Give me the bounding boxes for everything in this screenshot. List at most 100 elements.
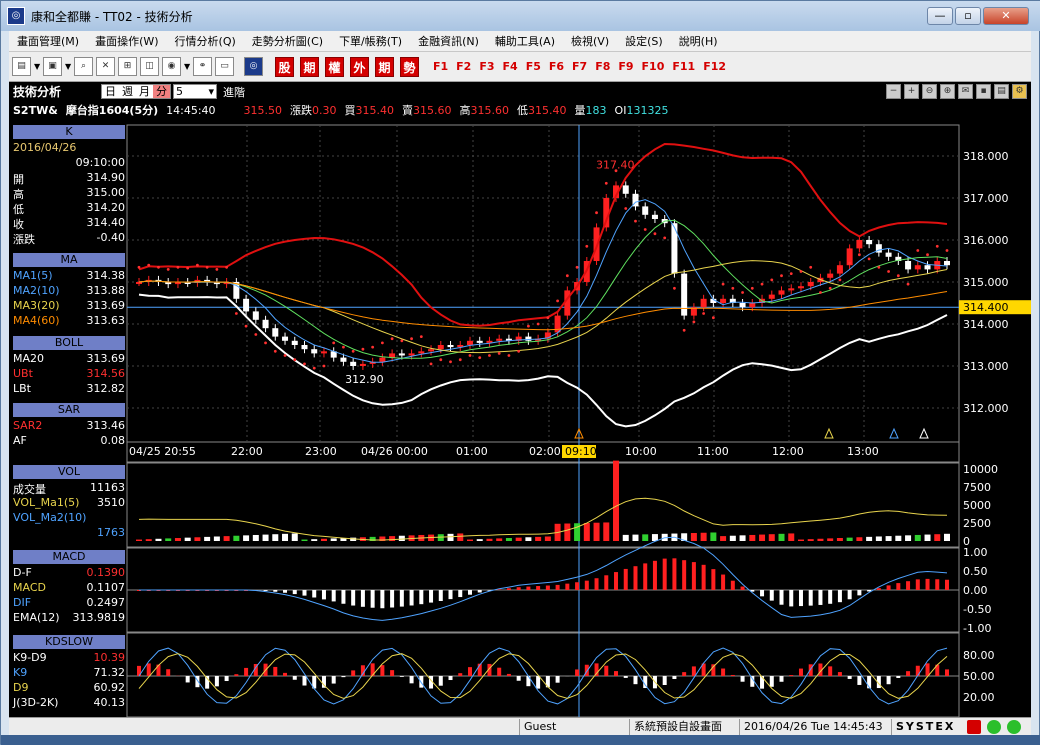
- fkey-button[interactable]: F3: [479, 60, 494, 73]
- menu-item[interactable]: 畫面操作(W): [87, 33, 166, 49]
- fkey-button[interactable]: F4: [503, 60, 518, 73]
- quick-button[interactable]: 股: [275, 57, 294, 77]
- kd-bar: [721, 669, 725, 676]
- dropdown-arrow-icon[interactable]: ▼: [184, 62, 190, 71]
- menu-item[interactable]: 輔助工具(A): [487, 33, 563, 49]
- menu-item[interactable]: 說明(H): [671, 33, 726, 49]
- vol-bar: [613, 461, 619, 541]
- menu-item[interactable]: 檢視(V): [563, 33, 617, 49]
- vol-bar: [779, 534, 785, 541]
- macd-bar: [390, 590, 394, 608]
- quick-button[interactable]: 外: [350, 57, 369, 77]
- menu-item[interactable]: 行情分析(Q): [167, 33, 244, 49]
- sar-dot: [887, 270, 890, 273]
- kd-bar: [293, 676, 297, 680]
- fkey-button[interactable]: F7: [572, 60, 587, 73]
- sar-dot: [751, 287, 754, 290]
- dropdown-arrow-icon[interactable]: ▼: [65, 62, 71, 71]
- quick-button[interactable]: 勢: [400, 57, 419, 77]
- kd-axis-label: 80.00: [963, 649, 995, 662]
- candle-body: [282, 337, 288, 341]
- maximize-button[interactable]: ▫: [955, 7, 981, 25]
- window-icon[interactable]: ▣: [43, 57, 62, 76]
- macd-bar: [906, 581, 910, 590]
- fkey-button[interactable]: F1: [433, 60, 448, 73]
- fkey-button[interactable]: F6: [549, 60, 564, 73]
- macd-bar: [692, 562, 696, 590]
- ma4-line: [139, 281, 947, 330]
- vol-bar: [175, 538, 181, 541]
- minimize-button[interactable]: —: [927, 7, 953, 25]
- power-icon[interactable]: [1007, 720, 1021, 734]
- fkey-button[interactable]: F12: [703, 60, 726, 73]
- sar-dot: [274, 350, 277, 353]
- sar-dot: [585, 245, 588, 248]
- menu-item[interactable]: 走勢分析圖(C): [244, 33, 331, 49]
- sar-dot: [741, 291, 744, 294]
- sar-dot: [546, 316, 549, 319]
- macd-bar: [887, 585, 891, 590]
- kd-bar: [760, 676, 764, 689]
- quick-button[interactable]: 期: [375, 57, 394, 77]
- sar-dot: [576, 266, 579, 269]
- vol-bar: [866, 537, 872, 541]
- menu-item[interactable]: 下單/帳務(T): [331, 33, 410, 49]
- link-icon[interactable]: ⚭: [193, 57, 212, 76]
- tile-icon[interactable]: ◫: [140, 57, 159, 76]
- vol-bar: [496, 538, 502, 541]
- sar-dot: [712, 316, 715, 319]
- close-button[interactable]: ✕: [983, 7, 1029, 25]
- quick-button[interactable]: 期: [300, 57, 319, 77]
- kd-bar: [458, 673, 462, 676]
- chart-icon[interactable]: ▭: [215, 57, 234, 76]
- sar-dot: [722, 283, 725, 286]
- fkey-button[interactable]: F5: [526, 60, 541, 73]
- macd-bar: [419, 590, 423, 604]
- fkey-button[interactable]: F10: [642, 60, 665, 73]
- chart-canvas[interactable]: 318.000317.000316.000315.000314.000313.0…: [9, 82, 1031, 717]
- kd-bar: [682, 672, 686, 676]
- sar-dot: [663, 237, 666, 240]
- menu-item[interactable]: 金融資訊(N): [410, 33, 487, 49]
- search-icon[interactable]: ⌕: [74, 57, 93, 76]
- stop-icon[interactable]: [967, 720, 981, 734]
- macd-bar: [721, 575, 725, 590]
- sar-dot: [157, 266, 160, 269]
- ma2-line: [139, 220, 947, 358]
- sar-dot: [673, 287, 676, 290]
- sar-dot: [839, 279, 842, 282]
- dropdown-arrow-icon[interactable]: ▼: [34, 62, 40, 71]
- sar-dot: [313, 367, 316, 370]
- connection-icon[interactable]: [987, 720, 1001, 734]
- grid-icon[interactable]: ⊞: [118, 57, 137, 76]
- macd-bar: [371, 590, 375, 608]
- layout-icon[interactable]: ▤: [12, 57, 31, 76]
- fkey-button[interactable]: F2: [456, 60, 471, 73]
- fkey-button[interactable]: F11: [672, 60, 695, 73]
- fkey-button[interactable]: F8: [595, 60, 610, 73]
- menu-item[interactable]: 設定(S): [617, 33, 671, 49]
- vol-bar: [691, 533, 697, 541]
- vol-bar: [856, 537, 862, 541]
- kd-bar: [507, 674, 511, 676]
- kd-bar: [614, 671, 618, 676]
- macd-bar: [351, 590, 355, 606]
- title-bar: ◎ 康和全都賺 - TT02 - 技術分析 — ▫ ✕: [1, 1, 1040, 31]
- close-window-icon[interactable]: ✕: [96, 57, 115, 76]
- macd-bar: [410, 590, 414, 605]
- logo-icon[interactable]: ◎: [244, 57, 263, 76]
- sar-dot: [323, 365, 326, 368]
- kd-bar: [351, 670, 355, 676]
- fkey-button[interactable]: F9: [618, 60, 633, 73]
- menu-item[interactable]: 畫面管理(M): [9, 33, 87, 49]
- globe-icon[interactable]: ◉: [162, 57, 181, 76]
- vol-bar: [467, 540, 473, 541]
- vol-bar: [224, 536, 230, 541]
- kd-bar: [186, 676, 190, 682]
- sar-dot: [410, 337, 413, 340]
- kd-bar: [906, 671, 910, 676]
- quick-button[interactable]: 權: [325, 57, 344, 77]
- sar-dot: [819, 291, 822, 294]
- candle-body: [448, 345, 454, 347]
- kd-bar: [244, 668, 248, 676]
